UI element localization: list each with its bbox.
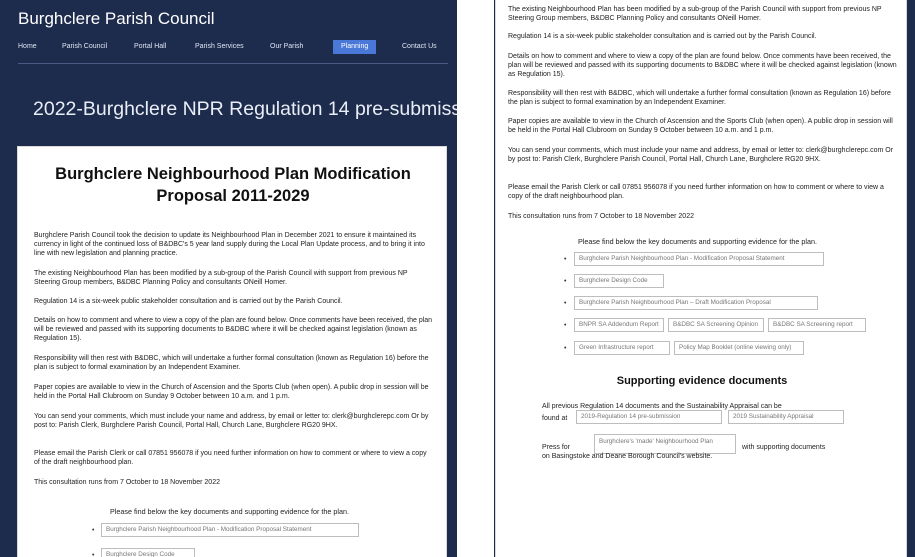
content-card: Burghclere Neighbourhood Plan Modificati…: [17, 146, 447, 557]
document-title-line-1: Burghclere Neighbourhood Plan Modificati…: [55, 165, 411, 183]
paragraph-consultation-dates: This consultation runs from 7 October to…: [34, 479, 220, 486]
bullet: •: [564, 256, 567, 263]
right-page-view: The existing Neighbourhood Plan has been…: [494, 0, 915, 557]
paragraph-paper-copies: Paper copies are available to view in th…: [34, 384, 429, 400]
documents-intro-label: Please find below the key documents and …: [578, 237, 817, 246]
paragraph-how-to-comment: Details on how to comment and where to v…: [34, 317, 433, 342]
nav-item-portal-hall[interactable]: Portal Hall: [134, 40, 166, 54]
link-green-infrastructure[interactable]: Green Infrastructure report: [574, 341, 670, 355]
document-title-line-2: Proposal 2011-2029: [156, 187, 310, 205]
found-at-text: found at: [542, 415, 568, 422]
content-card-continued: The existing Neighbourhood Plan has been…: [495, 0, 907, 557]
paragraph-regulation-14: Regulation 14 is a six-week public stake…: [34, 298, 343, 305]
link-sa-screening-opinion[interactable]: B&DBC SA Screening Opinion: [668, 318, 764, 332]
nav-item-contact-us[interactable]: Contact Us: [402, 40, 437, 54]
page-title: 2022-Burghclere NPR Regulation 14 pre-su…: [33, 98, 457, 120]
paragraph-regulation-14: Regulation 14 is a six-week public stake…: [508, 33, 817, 40]
bullet: •: [564, 300, 567, 307]
panel-gap: [457, 0, 494, 557]
nav-item-parish-services[interactable]: Parish Services: [195, 40, 244, 54]
bullet: •: [92, 527, 95, 534]
paragraph-paper-copies: Paper copies are available to view in th…: [508, 118, 893, 134]
nav-divider: [18, 63, 448, 64]
paragraph-responsibility: Responsibility will then rest with B&DBC…: [508, 90, 891, 106]
link-design-code[interactable]: Burghclere Design Code: [101, 548, 195, 557]
paragraph-contact-clerk: Please email the Parish Clerk or call 07…: [508, 184, 884, 200]
link-modification-proposal-statement[interactable]: Burghclere Parish Neighbourhood Plan - M…: [574, 252, 824, 266]
paragraph-intro: Burghclere Parish Council took the decis…: [34, 232, 425, 257]
supporting-evidence-heading: Supporting evidence documents: [616, 375, 788, 387]
link-policy-map-booklet[interactable]: Policy Map Booklet (online viewing only): [674, 341, 804, 355]
link-design-code[interactable]: Burghclere Design Code: [574, 274, 664, 288]
link-draft-modification-proposal[interactable]: Burghclere Parish Neighbourhood Plan – D…: [574, 296, 818, 310]
link-2019-sustainability-appraisal[interactable]: 2019 Sustainability Appraisal: [728, 410, 844, 424]
paragraph-subgroup: The existing Neighbourhood Plan has been…: [508, 6, 882, 22]
paragraph-how-to-comment: Details on how to comment and where to v…: [508, 53, 897, 78]
paragraph-consultation-dates: This consultation runs from 7 October to…: [508, 213, 694, 220]
nav-item-planning[interactable]: Planning: [333, 40, 377, 54]
paragraph-send-comments: You can send your comments, which must i…: [508, 147, 894, 163]
link-sa-screening-report[interactable]: B&DBC SA Screening report: [768, 318, 866, 332]
bdbc-website-text: on Basingstoke and Deane Borough Council…: [542, 453, 713, 460]
bullet: •: [92, 552, 95, 557]
nav-item-home[interactable]: Home: [18, 40, 37, 54]
main-nav: Home Parish Council Portal Hall Parish S…: [18, 40, 448, 54]
paragraph-send-comments: You can send your comments, which must i…: [34, 413, 429, 429]
left-page-view: Burghclere Parish Council Home Parish Co…: [0, 0, 457, 557]
bullet: •: [564, 345, 567, 352]
paragraph-subgroup: The existing Neighbourhood Plan has been…: [34, 270, 408, 286]
link-2019-regulation-14[interactable]: 2019-Regulation 14 pre-submission: [576, 410, 722, 424]
paragraph-contact-clerk: Please email the Parish Clerk or call 07…: [34, 450, 427, 466]
bullet: •: [564, 322, 567, 329]
press-for-text: Press for: [542, 444, 571, 451]
nav-item-parish-council[interactable]: Parish Council: [62, 40, 107, 54]
nav-item-our-parish[interactable]: Our Parish: [270, 40, 303, 54]
with-supporting-text: with supporting documents: [742, 444, 826, 451]
link-made-neighbourhood-plan[interactable]: Burghclere's 'made' Neighbourhood Plan: [594, 434, 736, 454]
paragraph-responsibility: Responsibility will then rest with B&DBC…: [34, 355, 429, 371]
link-bnpr-sa-addendum[interactable]: BNPR SA Addendum Report: [574, 318, 664, 332]
link-modification-proposal-statement[interactable]: Burghclere Parish Neighbourhood Plan - M…: [101, 523, 359, 537]
bullet: •: [564, 278, 567, 285]
site-title[interactable]: Burghclere Parish Council: [18, 9, 215, 29]
documents-intro-label: Please find below the key documents and …: [110, 507, 349, 516]
